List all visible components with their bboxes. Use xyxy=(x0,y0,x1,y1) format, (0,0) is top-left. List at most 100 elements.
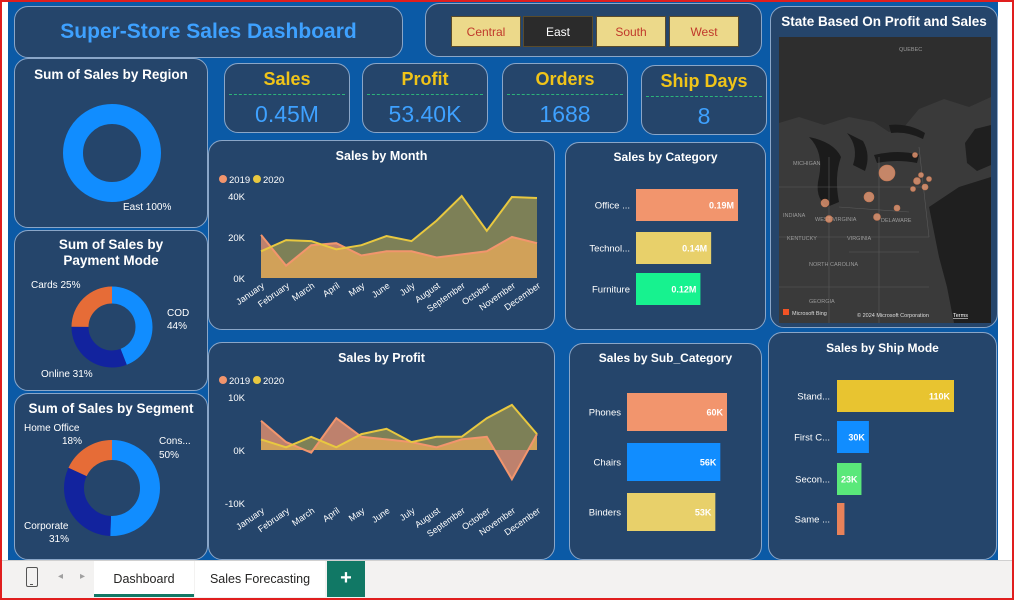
region-donut xyxy=(63,104,161,202)
map-label-quebec: QUEBEC xyxy=(899,47,922,53)
tab-sales-forecasting[interactable]: Sales Forecasting xyxy=(195,561,325,597)
payment-label-online: Online 31% xyxy=(41,369,93,380)
slicer-option-south[interactable]: South xyxy=(596,16,666,47)
profit-plot-area: JanuaryFebruaryMarch April May June JulyAugu… xyxy=(234,403,542,539)
segment-chart-title: Sum of Sales by Segment xyxy=(28,401,194,416)
kpi-ship-days-label: Ship Days xyxy=(660,71,748,91)
category-label-2: Furniture xyxy=(592,285,630,296)
subcategory-label-2: Binders xyxy=(589,508,621,519)
month-ytick-40k: 40K xyxy=(228,192,246,203)
map-label-georgia: GEORGIA xyxy=(809,299,835,305)
category-label-0: Office ... xyxy=(595,201,630,212)
month-area-chart: 2019 2020 40K 20K 0K JanuaryFebruaryMarc… xyxy=(219,175,542,314)
category-chart-card: Sales by Category Office ... 0.19M Technol… xyxy=(565,142,766,330)
profit-legend-2019-swatch xyxy=(219,376,227,384)
shipmode-label-3: Same ... xyxy=(795,515,830,526)
month-plot-area: JanuaryFebruaryMarch April May June JulyAugu… xyxy=(234,194,542,314)
category-bar-chart: Office ... 0.19M Technol... 0.14M Furniture 0… xyxy=(589,189,738,305)
category-chart-title: Sales by Category xyxy=(613,150,718,164)
category-value-2: 0.12M xyxy=(671,285,696,295)
segment-slices xyxy=(64,440,160,536)
subcategory-bar-chart: Phones 60K Chairs 56K Binders 53K xyxy=(589,393,727,531)
kpi-profit: Profit 53.40K xyxy=(362,63,488,133)
kpi-orders-label: Orders xyxy=(535,69,595,89)
profit-xtick-june: June xyxy=(370,505,392,524)
kpi-ship-days-divider xyxy=(646,96,762,97)
segment-label-home-pct: 18% xyxy=(62,436,83,447)
slicer-option-east[interactable]: East xyxy=(523,16,593,47)
mobile-layout-icon[interactable] xyxy=(26,567,38,587)
category-label-1: Technol... xyxy=(589,244,630,255)
map-label-west-virginia: WEST VIRGINIA xyxy=(815,217,857,223)
profit-legend-2020: 2020 xyxy=(263,376,284,387)
profit-area-2020 xyxy=(261,404,537,450)
shipmode-value-0: 110K xyxy=(929,392,951,402)
shipmode-value-1: 30K xyxy=(848,433,865,443)
payment-label-cod-name: COD xyxy=(167,308,190,319)
month-legend-2020-swatch xyxy=(253,175,261,183)
shipmode-bar-chart: Stand... 110K First C... 30K Secon... 23K Same… xyxy=(794,380,954,535)
kpi-profit-divider xyxy=(367,94,483,95)
kpi-orders: Orders 1688 xyxy=(502,63,628,133)
payment-slices xyxy=(71,286,153,368)
month-legend-2020: 2020 xyxy=(263,175,284,186)
region-donut-card: Sum of Sales by Region East 100% xyxy=(14,58,208,228)
shipmode-label-0: Stand... xyxy=(797,392,830,403)
shipmode-bar-3 xyxy=(837,503,845,535)
month-chart-title: Sales by Month xyxy=(335,149,428,163)
shipmode-label-2: Secon... xyxy=(795,475,830,486)
shipmode-value-2: 23K xyxy=(841,475,858,485)
profit-area-chart: 2019 2020 10K 0K -10K JanuaryFebruaryMar… xyxy=(219,376,542,539)
profit-ytick-0k: 0K xyxy=(233,446,245,457)
month-chart-card: Sales by Month 2019 2020 40K 20K 0K Janu… xyxy=(208,140,555,330)
add-page-button[interactable]: + xyxy=(327,561,365,597)
subcategory-value-0: 60K xyxy=(706,408,723,418)
region-label-east: East 100% xyxy=(123,202,172,213)
segment-label-corp-name: Corporate xyxy=(24,521,69,532)
profit-legend-2020-swatch xyxy=(253,376,261,384)
tab-dashboard[interactable]: Dashboard xyxy=(94,561,194,597)
region-chart-title: Sum of Sales by Region xyxy=(34,67,188,82)
segment-label-corp-pct: 31% xyxy=(49,534,70,545)
title-card: Super-Store Sales Dashboard xyxy=(14,6,403,58)
payment-chart-title: Sum of Sales by Payment Mode xyxy=(58,237,164,268)
kpi-sales-value: 0.45M xyxy=(255,101,319,127)
map-terms-link[interactable]: Terms xyxy=(953,313,968,319)
kpi-orders-value: 1688 xyxy=(539,101,591,127)
map-title: State Based On Profit and Sales xyxy=(781,14,987,29)
map-copyright: © 2024 Microsoft Corporation xyxy=(857,312,929,319)
kpi-ship-days-value: 8 xyxy=(697,103,711,129)
map-label-north-carolina: NORTH CAROLINA xyxy=(809,262,858,268)
shipmode-label-1: First C... xyxy=(794,433,830,444)
map-attribution: Microsoft Bing xyxy=(792,311,827,317)
region-slice-east xyxy=(63,104,161,202)
month-legend-2019: 2019 xyxy=(229,175,250,186)
segment-label-home-name: Home Office xyxy=(24,423,80,434)
profit-xtick-march: March xyxy=(290,505,316,528)
map-label-indiana: INDIANA xyxy=(783,213,806,219)
dashboard-canvas: Super-Store Sales Dashboard Central East… xyxy=(8,2,998,560)
map-label-delaware: DELAWARE xyxy=(881,218,912,224)
subcategory-label-0: Phones xyxy=(589,408,621,419)
slicer-option-west[interactable]: West xyxy=(669,16,739,47)
map-label-michigan: MICHIGAN xyxy=(793,161,821,167)
profit-legend-2019: 2019 xyxy=(229,376,250,387)
kpi-orders-divider xyxy=(507,94,623,95)
subcategory-value-2: 53K xyxy=(695,508,712,518)
state-map[interactable]: QUEBEC MICHIGAN INDIANA WEST VIRGINIA DE… xyxy=(779,37,991,323)
segment-label-cons-pct: 50% xyxy=(159,450,180,461)
profit-xtick-april: April xyxy=(321,505,341,524)
slicer-option-central[interactable]: Central xyxy=(451,16,521,47)
month-area-2020 xyxy=(261,196,537,278)
month-ytick-0k: 0K xyxy=(233,274,245,285)
kpi-profit-label: Profit xyxy=(401,69,449,89)
subcategory-label-1: Chairs xyxy=(594,458,622,469)
map-label-kentucky: KENTUCKY xyxy=(787,236,817,242)
kpi-sales: Sales 0.45M xyxy=(224,63,350,133)
payment-label-cards: Cards 25% xyxy=(31,280,81,291)
tab-scroll-right-icon[interactable]: ▸ xyxy=(80,571,85,582)
page-title: Super-Store Sales Dashboard xyxy=(60,20,357,43)
month-xtick-april: April xyxy=(321,280,341,299)
month-xtick-march: March xyxy=(290,280,316,303)
tab-scroll-left-icon[interactable]: ◂ xyxy=(58,571,63,582)
